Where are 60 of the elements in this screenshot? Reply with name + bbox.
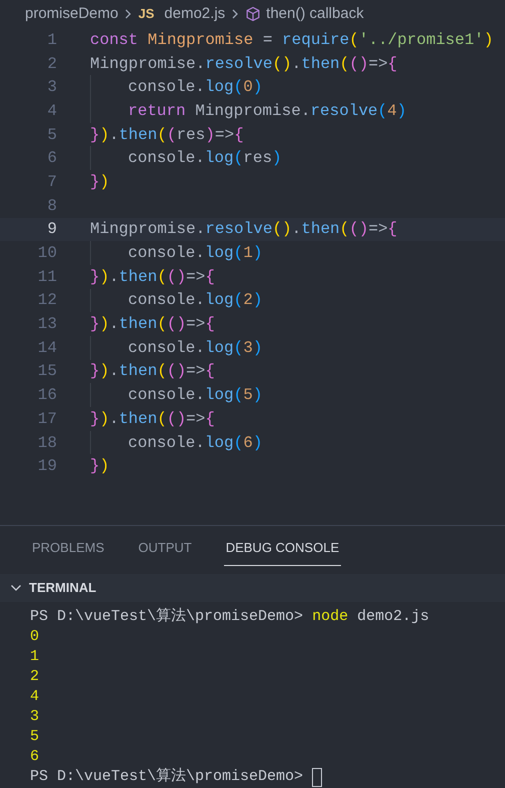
line-number: 15	[36, 361, 57, 382]
terminal-output: 1	[30, 647, 40, 667]
line-number: 4	[46, 100, 57, 122]
terminal-output: 5	[30, 727, 40, 747]
line-number: 19	[36, 456, 57, 478]
terminal-header[interactable]: TERMINAL	[0, 574, 505, 602]
line-number: 14	[36, 338, 57, 359]
line-number: 2	[46, 54, 57, 75]
line-number: 7	[46, 172, 57, 193]
line-number: 17	[36, 408, 57, 430]
line-number: 10	[36, 243, 57, 264]
code-line: const Mingpromise = require('../promise1')	[90, 30, 494, 51]
cursor-icon	[312, 768, 322, 786]
code-line: console.log(5)	[128, 385, 262, 406]
js-file-label: JS	[138, 5, 154, 24]
panel-tab[interactable]: DEBUG CONSOLE	[224, 538, 342, 566]
code-line: Mingpromise.resolve().then(()=>{	[90, 219, 398, 240]
code-line: }).then((res)=>{	[90, 124, 244, 146]
code-line: console.log(3)	[128, 338, 262, 359]
code-line: }).then(()=>{	[90, 314, 215, 336]
line-number: 11	[36, 266, 57, 288]
line-number: 16	[36, 385, 57, 406]
code-line: console.log(1)	[128, 243, 262, 264]
line-number: 12	[36, 290, 57, 312]
chevron-down-icon	[10, 584, 22, 592]
terminal-output: 0	[30, 627, 40, 647]
code-line: Mingpromise.resolve().then(()=>{	[90, 54, 398, 75]
code-line: console.log(res)	[128, 148, 282, 170]
terminal-output: 4	[30, 687, 40, 707]
terminal-title: TERMINAL	[29, 579, 96, 598]
chevron-right-icon	[231, 8, 240, 20]
terminal-line: PS D:\vueTest\算法\promiseDemo> node demo2.js	[30, 607, 430, 627]
cube-icon	[245, 6, 262, 22]
terminal-output: 2	[30, 667, 40, 687]
breadcrumb-file[interactable]: demo2.js	[164, 2, 226, 26]
code-line: console.log(6)	[128, 432, 262, 454]
breadcrumb-symbol[interactable]: then() callback	[266, 2, 364, 26]
code-line: return Mingpromise.resolve(4)	[128, 100, 406, 122]
chevron-right-icon	[124, 8, 132, 20]
panel-tab[interactable]: PROBLEMS	[30, 538, 106, 566]
line-number: 1	[46, 30, 57, 51]
line-number: 6	[46, 148, 57, 170]
code-line: console.log(0)	[128, 77, 262, 98]
terminal-output: 6	[30, 747, 40, 767]
line-number: 9	[46, 219, 57, 240]
code-line: }).then(()=>{	[90, 361, 215, 382]
breadcrumb-folder[interactable]: promiseDemo	[25, 2, 118, 26]
panel-tab[interactable]: OUTPUT	[136, 538, 194, 566]
code-line: })	[90, 172, 110, 193]
line-number: 13	[36, 314, 57, 336]
code-line: })	[90, 456, 110, 478]
terminal-line: PS D:\vueTest\算法\promiseDemo>	[30, 767, 304, 787]
line-number: 5	[46, 124, 57, 146]
code-line: }).then(()=>{	[90, 408, 215, 430]
line-number: 18	[36, 432, 57, 454]
code-line: console.log(2)	[128, 290, 262, 312]
code-line: }).then(()=>{	[90, 266, 215, 288]
line-number: 8	[46, 196, 57, 217]
line-number: 3	[46, 77, 57, 98]
terminal-output: 3	[30, 707, 40, 727]
